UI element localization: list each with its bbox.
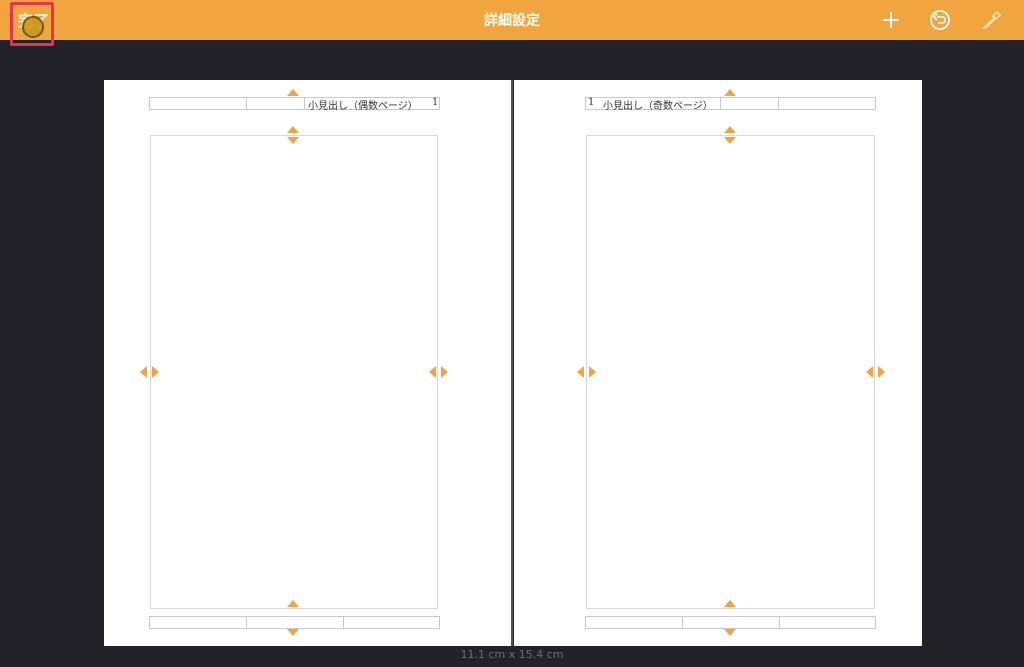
text-area[interactable] <box>586 135 875 609</box>
inner-margin-left-handle[interactable] <box>577 366 584 378</box>
top-margin-down-handle[interactable] <box>724 137 736 144</box>
page-number: 1 <box>588 97 595 108</box>
top-toolbar: 完了 詳細設定 <box>0 0 1024 46</box>
footer-cell <box>683 617 780 628</box>
even-page: 小見出し（偶数ページ） 1 <box>104 80 512 646</box>
top-margin-down-handle[interactable] <box>287 137 299 144</box>
undo-icon[interactable] <box>927 7 953 33</box>
top-margin-up-handle[interactable] <box>724 126 736 133</box>
header-cell <box>150 98 247 109</box>
running-head: 小見出し（奇数ページ） <box>603 101 713 112</box>
odd-page: 1 小見出し（奇数ページ） <box>514 80 922 646</box>
left-margin-left-handle[interactable] <box>140 366 147 378</box>
footer-cell <box>586 617 683 628</box>
header-cell <box>247 98 305 109</box>
footer-margin-down-handle[interactable] <box>287 629 299 636</box>
running-head: 小見出し（偶数ページ） <box>308 101 418 112</box>
brush-icon[interactable] <box>978 7 1004 33</box>
inner-margin-right-handle[interactable] <box>589 366 596 378</box>
left-margin-right-handle[interactable] <box>152 366 159 378</box>
footer-margin-down-handle[interactable] <box>724 629 736 636</box>
right-margin-right-handle[interactable] <box>878 366 885 378</box>
page-number: 1 <box>432 97 439 108</box>
right-margin-left-handle[interactable] <box>866 366 873 378</box>
header-row: 1 小見出し（奇数ページ） <box>585 97 876 112</box>
bottom-margin-up-handle[interactable] <box>287 600 299 607</box>
footer-cell <box>247 617 344 628</box>
inner-margin-right-handle[interactable] <box>441 366 448 378</box>
top-margin-up-handle[interactable] <box>287 126 299 133</box>
bottom-margin-up-handle[interactable] <box>724 600 736 607</box>
page-spine <box>511 80 513 646</box>
footer-row <box>585 616 876 629</box>
header-margin-up-handle[interactable] <box>287 89 299 96</box>
page-title: 詳細設定 <box>484 13 540 29</box>
header-row: 小見出し（偶数ページ） 1 <box>149 97 440 112</box>
inner-margin-left-handle[interactable] <box>429 366 436 378</box>
footer-row <box>149 616 440 629</box>
page-size-label: 11.1 cm x 15.4 cm <box>460 648 564 661</box>
plus-icon[interactable] <box>878 7 904 33</box>
header-margin-up-handle[interactable] <box>724 89 736 96</box>
header-cell <box>720 98 779 109</box>
text-area[interactable] <box>150 135 438 609</box>
footer-cell <box>150 617 247 628</box>
